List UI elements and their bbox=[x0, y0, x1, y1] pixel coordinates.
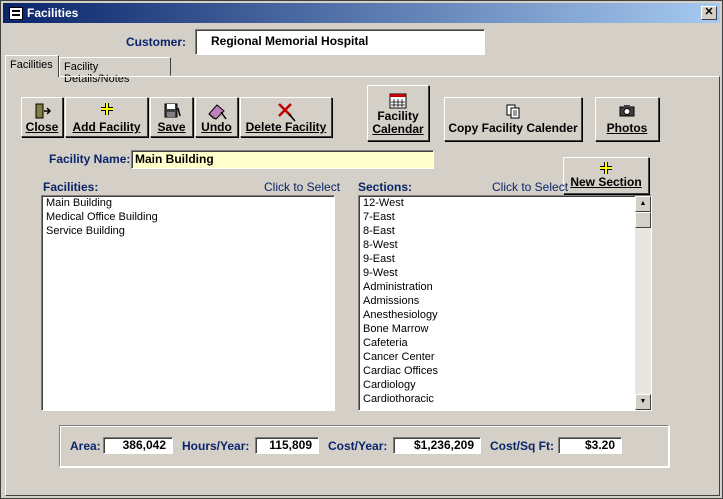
sections-listbox[interactable]: 12-West 7-East 8-East 8-West 9-East 9-West Adm… bbox=[358, 195, 652, 411]
customer-field[interactable]: Regional Memorial Hospital bbox=[195, 29, 485, 55]
facility-calendar-label-2: Calendar bbox=[372, 122, 424, 136]
plus-icon bbox=[66, 102, 147, 120]
list-item[interactable]: Cancer Center bbox=[359, 350, 635, 364]
title-bar[interactable]: Facilities ✕ bbox=[3, 3, 720, 23]
list-item[interactable]: Service Building bbox=[42, 224, 334, 238]
copy-pages-icon bbox=[445, 103, 581, 121]
photos-button[interactable]: Photos bbox=[595, 97, 659, 141]
list-item[interactable]: 8-East bbox=[359, 224, 635, 238]
list-item[interactable]: 9-East bbox=[359, 252, 635, 266]
customer-value: Regional Memorial Hospital bbox=[211, 34, 369, 48]
tab-facilities-label: Facilities bbox=[10, 59, 53, 71]
list-item[interactable]: 7-East bbox=[359, 210, 635, 224]
new-section-plus-icon bbox=[564, 161, 648, 175]
list-item[interactable]: 9-West bbox=[359, 266, 635, 280]
facilities-window: Facilities ✕ Customer: Regional Memorial… bbox=[0, 0, 723, 499]
sections-list-label: Sections: bbox=[358, 180, 413, 194]
calendar-icon bbox=[368, 92, 428, 110]
area-label: Area: bbox=[70, 439, 101, 453]
cost-year-label: Cost/Year: bbox=[328, 439, 388, 453]
facility-name-label: Facility Name: bbox=[49, 152, 131, 166]
area-value[interactable]: 386,042 bbox=[103, 437, 173, 454]
facility-name-field[interactable]: Main Building bbox=[131, 150, 434, 169]
facilities-list-hint: Click to Select bbox=[264, 180, 341, 194]
list-item[interactable]: Anesthesiology bbox=[359, 308, 635, 322]
new-section-button[interactable]: New Section bbox=[563, 157, 649, 194]
window-close-button[interactable]: ✕ bbox=[701, 6, 717, 20]
list-item[interactable]: Cafeteria bbox=[359, 336, 635, 350]
list-item[interactable]: Cardiology bbox=[359, 378, 635, 392]
hours-year-label: Hours/Year: bbox=[182, 439, 250, 453]
facilities-listbox[interactable]: Main Building Medical Office Building Se… bbox=[41, 195, 335, 411]
list-item[interactable]: 8-West bbox=[359, 238, 635, 252]
close-button-label: Close bbox=[25, 120, 59, 134]
scroll-down-arrow-icon[interactable]: ▼ bbox=[635, 394, 651, 410]
facility-calendar-button[interactable]: Facility Calendar bbox=[367, 85, 429, 141]
list-item[interactable]: Medical Office Building bbox=[42, 210, 334, 224]
tab-facilities[interactable]: Facilities bbox=[5, 55, 59, 77]
save-button[interactable]: Save bbox=[150, 97, 193, 137]
list-item[interactable]: Main Building bbox=[42, 196, 334, 210]
sections-scrollbar[interactable]: ▲ ▼ bbox=[635, 196, 651, 410]
facilities-list-label: Facilities: bbox=[43, 180, 99, 194]
undo-button[interactable]: Undo bbox=[195, 97, 238, 137]
list-item[interactable]: 12-West bbox=[359, 196, 635, 210]
hours-year-value[interactable]: 115,809 bbox=[255, 437, 319, 454]
facility-name-value: Main Building bbox=[135, 152, 214, 166]
customer-label: Customer: bbox=[126, 35, 187, 49]
list-item[interactable]: Administration bbox=[359, 280, 635, 294]
list-item[interactable]: Cardiac Offices bbox=[359, 364, 635, 378]
photos-button-label: Photos bbox=[606, 121, 648, 135]
camera-icon bbox=[596, 103, 658, 121]
cost-sqft-value[interactable]: $3.20 bbox=[558, 437, 622, 454]
copy-facility-calendar-label: Copy Facility Calender bbox=[448, 121, 578, 135]
add-facility-label: Add Facility bbox=[72, 120, 141, 134]
add-facility-button[interactable]: Add Facility bbox=[65, 97, 148, 137]
eraser-icon bbox=[196, 102, 237, 120]
delete-facility-button[interactable]: Delete Facility bbox=[240, 97, 332, 137]
undo-button-label: Undo bbox=[201, 120, 232, 134]
tab-facility-details[interactable]: Facility Details/Notes bbox=[59, 57, 171, 85]
cost-year-value[interactable]: $1,236,209 bbox=[393, 437, 481, 454]
save-button-label: Save bbox=[157, 120, 186, 134]
floppy-disk-icon bbox=[151, 102, 192, 120]
form-icon bbox=[9, 7, 23, 20]
close-button[interactable]: Close bbox=[21, 97, 63, 137]
scroll-thumb[interactable] bbox=[635, 212, 651, 228]
copy-facility-calendar-button[interactable]: Copy Facility Calender bbox=[444, 97, 582, 141]
delete-x-icon bbox=[241, 102, 331, 122]
cost-sqft-label: Cost/Sq Ft: bbox=[490, 439, 554, 453]
exit-door-icon bbox=[22, 102, 62, 120]
sections-list-hint: Click to Select bbox=[492, 180, 569, 194]
delete-facility-label: Delete Facility bbox=[245, 120, 327, 134]
list-item[interactable]: Cardiothoracic bbox=[359, 392, 635, 406]
list-item[interactable]: Admissions bbox=[359, 294, 635, 308]
window-title: Facilities bbox=[27, 6, 79, 20]
new-section-label: New Section bbox=[570, 175, 642, 189]
list-item[interactable]: Bone Marrow bbox=[359, 322, 635, 336]
sections-items: 12-West 7-East 8-East 8-West 9-East 9-West Adm… bbox=[359, 196, 635, 406]
scroll-up-arrow-icon[interactable]: ▲ bbox=[635, 196, 651, 212]
